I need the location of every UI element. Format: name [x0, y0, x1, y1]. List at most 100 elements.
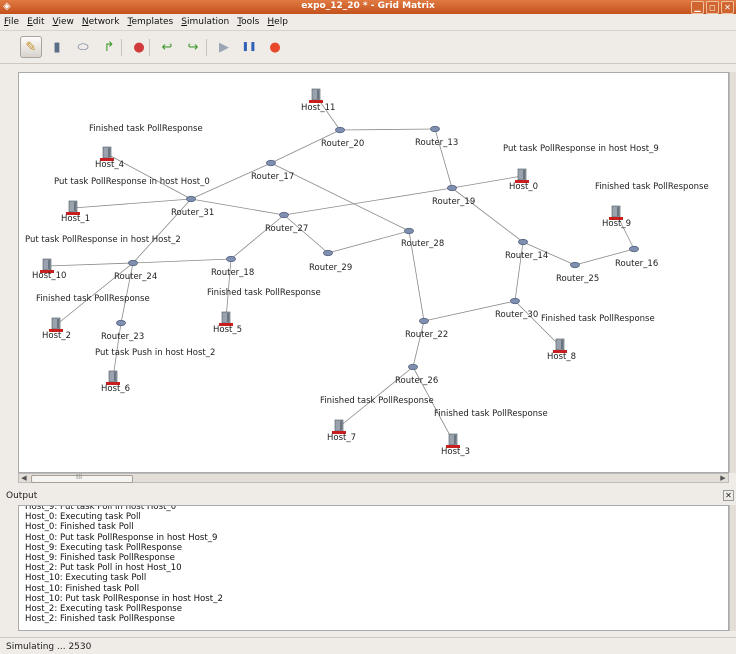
- host-label: Host_5: [213, 325, 242, 335]
- title-bar: ◈ expo_12_20 * - Grid Matrix ▁ ◻ ✕: [0, 0, 736, 14]
- undo-icon[interactable]: ↩: [156, 36, 178, 58]
- host-node[interactable]: Host_11: [301, 88, 335, 113]
- play-icon[interactable]: ▶: [213, 36, 235, 58]
- host-label: Host_1: [61, 214, 90, 224]
- router-label: Router_23: [101, 332, 144, 342]
- host-computer-icon: [106, 370, 120, 385]
- router-node[interactable]: Router_17: [251, 159, 294, 182]
- node-status-message: Finished task PollResponse: [207, 288, 321, 298]
- output-vertical-scrollbar[interactable]: [729, 505, 736, 631]
- canvas-vertical-scrollbar[interactable]: [729, 72, 736, 473]
- host-node[interactable]: Host_1: [61, 200, 90, 224]
- router-node[interactable]: Router_28: [401, 227, 444, 249]
- router-label: Router_30: [495, 310, 538, 320]
- network-link[interactable]: [72, 198, 192, 209]
- host-node[interactable]: Host_9: [602, 205, 631, 229]
- router-label: Router_16: [615, 259, 658, 269]
- redo-icon[interactable]: ↪: [182, 36, 204, 58]
- host-tool-icon[interactable]: ▮: [46, 36, 68, 58]
- network-link[interactable]: [412, 320, 425, 368]
- host-label: Host_11: [301, 103, 335, 113]
- network-diagram[interactable]: Router_20 Router_13 Router_17 Router_19 Rout…: [19, 73, 729, 473]
- network-canvas[interactable]: Router_20 Router_13 Router_17 Router_19 Rout…: [18, 72, 729, 473]
- network-link[interactable]: [339, 128, 436, 131]
- scrollbar-thumb[interactable]: III: [31, 473, 133, 483]
- network-link[interactable]: [283, 214, 329, 254]
- output-title: Output: [6, 491, 38, 501]
- router-tool-icon[interactable]: ⬭: [72, 36, 94, 58]
- scroll-right-arrow-icon[interactable]: ▶: [719, 474, 727, 482]
- host-label: Host_3: [441, 447, 470, 457]
- menu-help[interactable]: Help: [267, 17, 288, 27]
- pause-icon[interactable]: ❚❚: [238, 36, 260, 58]
- host-computer-icon: [219, 311, 233, 326]
- router-icon: [266, 159, 276, 167]
- network-link[interactable]: [46, 262, 134, 267]
- window-controls: ▁ ◻ ✕: [691, 1, 734, 14]
- router-node[interactable]: Router_25: [556, 261, 599, 284]
- host-node[interactable]: Host_7: [327, 419, 356, 443]
- menu-network[interactable]: Network: [82, 17, 120, 27]
- host-computer-icon: [309, 88, 323, 103]
- host-node[interactable]: Host_10: [32, 258, 66, 281]
- output-log[interactable]: Host_9: Put task Poll in host Host_0 Host…: [18, 505, 729, 631]
- host-node[interactable]: Host_6: [101, 370, 130, 394]
- link-tool-icon[interactable]: ↱: [98, 36, 120, 58]
- menu-bar: File Edit View Network Templates Simulat…: [0, 14, 736, 29]
- router-node[interactable]: Router_14: [505, 238, 548, 261]
- router-label: Router_13: [415, 138, 458, 148]
- menu-simulation[interactable]: Simulation: [181, 17, 229, 27]
- router-node[interactable]: Router_30: [495, 297, 538, 320]
- router-label: Router_20: [321, 139, 364, 149]
- toolbar-separator: [206, 39, 207, 56]
- status-text: Simulating ... 2530: [6, 642, 92, 652]
- router-node[interactable]: Router_31: [171, 195, 214, 218]
- router-icon: [226, 255, 236, 263]
- host-computer-icon: [446, 433, 460, 448]
- router-node[interactable]: Router_26: [395, 363, 438, 386]
- network-link[interactable]: [230, 214, 285, 260]
- menu-templates[interactable]: Templates: [127, 17, 173, 27]
- node-status-message: Finished task PollResponse: [434, 409, 548, 419]
- node-status-message: Finished task PollResponse: [89, 124, 203, 134]
- network-link[interactable]: [327, 230, 410, 254]
- host-node[interactable]: Host_4: [95, 146, 124, 170]
- record-icon[interactable]: ●: [264, 36, 286, 58]
- router-label: Router_14: [505, 251, 548, 261]
- router-node[interactable]: Router_23: [101, 319, 144, 342]
- host-node[interactable]: Host_2: [42, 317, 71, 341]
- router-node[interactable]: Router_27: [265, 211, 308, 234]
- host-node[interactable]: Host_3: [441, 433, 470, 457]
- host-node[interactable]: Host_5: [213, 311, 242, 335]
- stop-icon[interactable]: ●: [128, 36, 150, 58]
- menu-edit[interactable]: Edit: [27, 17, 44, 27]
- output-line: Host_0: Executing task Poll: [25, 512, 141, 523]
- router-node[interactable]: Router_22: [405, 317, 448, 340]
- output-panel-header: Output ✕: [0, 488, 736, 504]
- network-link[interactable]: [132, 258, 232, 264]
- status-bar: Simulating ... 2530: [0, 637, 736, 654]
- menu-tools[interactable]: Tools: [237, 17, 259, 27]
- minimize-button[interactable]: ▁: [691, 1, 704, 14]
- router-node[interactable]: Router_20: [321, 126, 364, 149]
- output-line: Host_10: Finished task Poll: [25, 583, 140, 594]
- router-node[interactable]: Router_29: [309, 249, 352, 273]
- router-label: Router_17: [251, 172, 294, 182]
- host-node[interactable]: Host_0: [509, 168, 538, 192]
- menu-view[interactable]: View: [53, 17, 74, 27]
- router-icon: [335, 126, 345, 134]
- output-lines: Host_9: Put task Poll in host Host_0 Host…: [25, 506, 722, 624]
- scroll-left-arrow-icon[interactable]: ◀: [20, 474, 28, 482]
- host-computer-icon: [49, 317, 63, 332]
- router-node[interactable]: Router_16: [615, 245, 658, 269]
- canvas-horizontal-scrollbar[interactable]: ◀ III ▶: [18, 473, 729, 483]
- router-node[interactable]: Router_19: [432, 184, 475, 207]
- maximize-button[interactable]: ◻: [706, 1, 719, 14]
- router-icon: [279, 211, 289, 219]
- close-icon[interactable]: ✕: [723, 490, 734, 501]
- close-button[interactable]: ✕: [721, 1, 734, 14]
- menu-file[interactable]: File: [4, 17, 19, 27]
- pencil-tool-icon[interactable]: ✎: [20, 36, 42, 58]
- router-label: Router_29: [309, 263, 352, 273]
- host-node[interactable]: Host_8: [547, 338, 576, 362]
